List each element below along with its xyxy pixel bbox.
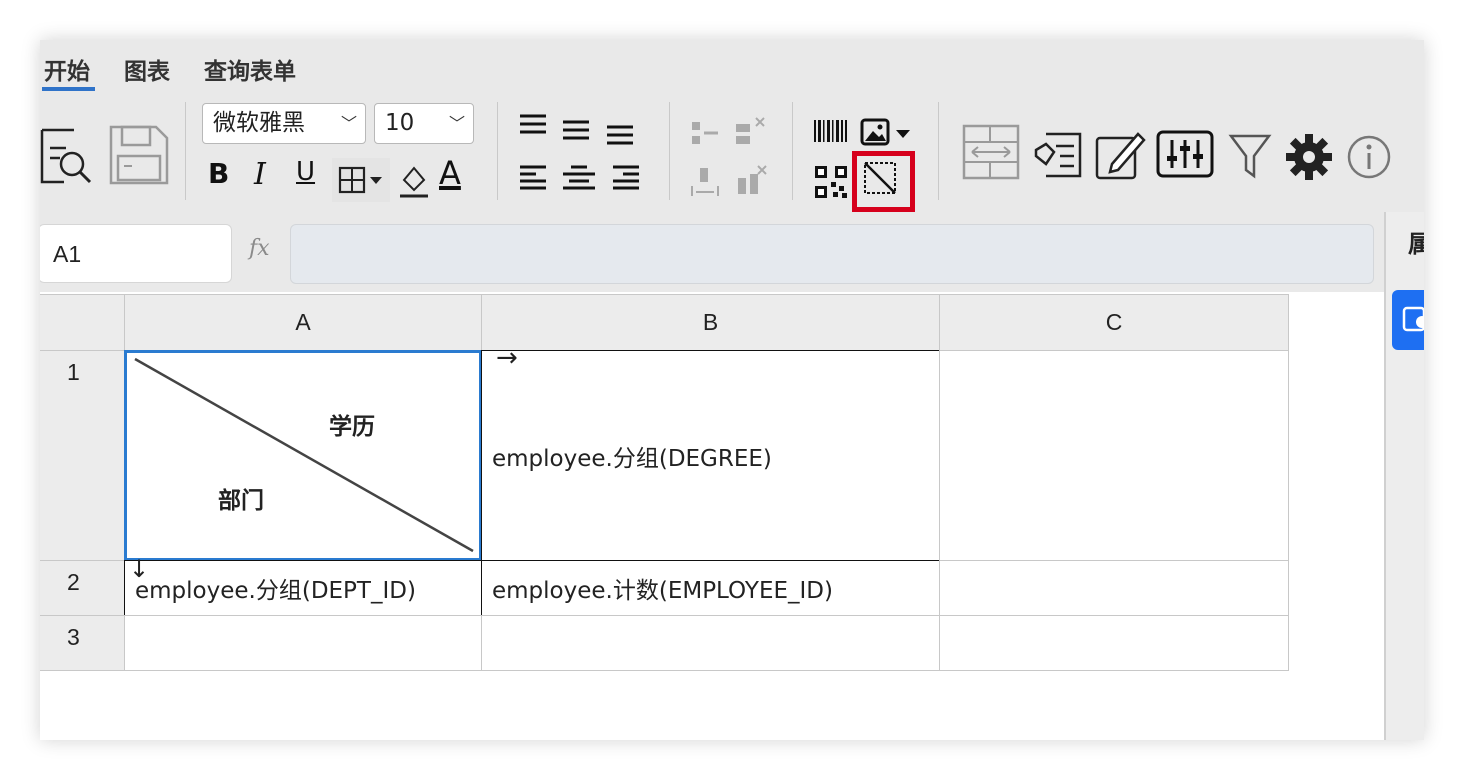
- borders-icon[interactable]: [332, 158, 390, 202]
- row-header-3[interactable]: 3: [40, 615, 125, 671]
- font-size-select[interactable]: 10 ﹀: [374, 103, 474, 144]
- align-center-icon[interactable]: [561, 164, 597, 192]
- align-left-icon[interactable]: [518, 164, 548, 192]
- toolbar-separator: [497, 102, 498, 200]
- preview-icon[interactable]: [40, 126, 96, 186]
- settings-sliders-icon[interactable]: [1156, 130, 1214, 178]
- insert-row-icon[interactable]: [690, 118, 720, 148]
- slash-cell-highlight: [852, 151, 915, 212]
- cell-b3[interactable]: [481, 615, 940, 671]
- properties-panel: 属: [1384, 212, 1424, 740]
- grid-corner[interactable]: [40, 294, 125, 351]
- save-icon[interactable]: [108, 124, 170, 186]
- row-resize-icon[interactable]: [962, 124, 1020, 180]
- toolbar-separator: [669, 102, 670, 200]
- chevron-down-icon: ﹀: [340, 114, 357, 133]
- expand-right-arrow: →: [496, 343, 518, 373]
- font-color-icon[interactable]: A: [439, 154, 461, 192]
- barcode-icon[interactable]: [813, 118, 849, 146]
- report-designer-window: 开始 图表 查询表单 微软雅黑 ﹀ 10 ﹀ B I U A A1 fx A B…: [40, 40, 1424, 740]
- font-size-value: 10: [385, 110, 415, 136]
- filter-icon[interactable]: [1228, 132, 1272, 180]
- b1-text: employee.分组(DEGREE): [492, 446, 772, 472]
- tab-start[interactable]: 开始: [44, 52, 90, 86]
- cell-b2[interactable]: employee.计数(EMPLOYEE_ID): [481, 560, 940, 616]
- fx-label: fx: [249, 236, 270, 261]
- column-header-a[interactable]: A: [124, 294, 482, 351]
- info-icon[interactable]: [1346, 134, 1392, 180]
- chevron-down-icon: ﹀: [448, 114, 465, 133]
- cell-a2[interactable]: ↓ employee.分组(DEPT_ID): [124, 555, 482, 616]
- cell-c1[interactable]: [939, 350, 1289, 561]
- underline-icon[interactable]: U: [296, 157, 315, 187]
- qrcode-icon[interactable]: [813, 164, 849, 200]
- cell-a1[interactable]: 学历 部门: [124, 350, 482, 561]
- column-header-b[interactable]: B: [481, 294, 940, 351]
- panel-settings-icon: [1402, 306, 1424, 332]
- image-icon[interactable]: [860, 116, 916, 148]
- form-icon[interactable]: [1032, 130, 1084, 180]
- align-top-icon[interactable]: [518, 112, 548, 136]
- cell-c3[interactable]: [939, 615, 1289, 671]
- a1-column-title: 学历: [329, 414, 375, 440]
- cell-c2[interactable]: [939, 560, 1289, 616]
- tab-query-form[interactable]: 查询表单: [204, 52, 296, 86]
- font-family-value: 微软雅黑: [213, 110, 305, 136]
- cell-a3[interactable]: [124, 615, 482, 671]
- column-header-c[interactable]: C: [939, 294, 1289, 351]
- delete-row-icon[interactable]: [734, 116, 768, 148]
- bold-icon[interactable]: B: [208, 157, 229, 190]
- panel-toggle-button[interactable]: [1392, 290, 1424, 350]
- delete-col-icon[interactable]: [734, 164, 768, 198]
- cell-b1[interactable]: → employee.分组(DEGREE): [481, 343, 940, 561]
- b2-text: employee.计数(EMPLOYEE_ID): [492, 578, 833, 604]
- font-family-select[interactable]: 微软雅黑 ﹀: [202, 103, 366, 144]
- spreadsheet-grid: A B C 1 2 3 学历 部门 → employee.分组(DEGREE) …: [40, 292, 1384, 740]
- fill-color-icon[interactable]: [396, 160, 432, 200]
- row-header-1[interactable]: 1: [40, 350, 125, 561]
- panel-title: 属: [1408, 231, 1424, 258]
- italic-icon[interactable]: I: [254, 157, 266, 192]
- edit-icon[interactable]: [1094, 128, 1148, 182]
- a1-row-title: 部门: [218, 488, 264, 514]
- toolbar-separator: [185, 102, 186, 200]
- a2-text: employee.分组(DEPT_ID): [135, 578, 416, 604]
- diagonal-line: [134, 357, 474, 553]
- align-right-icon[interactable]: [611, 164, 641, 192]
- formula-input[interactable]: [290, 224, 1374, 284]
- toolbar-separator: [792, 102, 793, 200]
- toolbar-separator: [938, 102, 939, 200]
- row-header-2[interactable]: 2: [40, 560, 125, 616]
- tab-chart[interactable]: 图表: [124, 52, 170, 86]
- align-middle-icon[interactable]: [561, 118, 591, 142]
- align-bottom-icon[interactable]: [605, 123, 635, 147]
- cell-reference-box[interactable]: A1: [40, 224, 232, 283]
- gear-icon[interactable]: [1284, 132, 1334, 182]
- insert-col-icon[interactable]: [690, 166, 720, 198]
- active-tab-indicator: [42, 87, 95, 91]
